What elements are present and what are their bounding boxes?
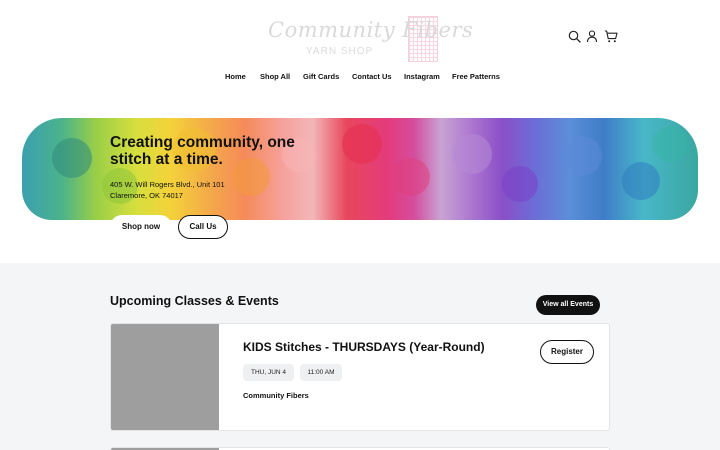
account-icon[interactable] [586, 30, 600, 44]
nav-shop-all[interactable]: Shop All [260, 72, 290, 81]
register-button[interactable]: Register [540, 340, 594, 364]
nav-home[interactable]: Home [225, 72, 246, 81]
view-all-events-button[interactable]: View all Events [536, 295, 600, 315]
event-image-placeholder [111, 324, 219, 430]
logo-subtitle: YARN SHOP [306, 46, 374, 57]
logo-title: Community Fibers [268, 18, 474, 42]
hero-title: Creating community, one stitch at a time… [110, 134, 295, 168]
events-heading: Upcoming Classes & Events [110, 294, 279, 308]
event-title[interactable]: KIDS Stitches - THURSDAYS (Year-Round) [243, 340, 485, 354]
header-icons [566, 30, 620, 46]
call-us-button[interactable]: Call Us [178, 215, 228, 239]
hero-banner: Creating community, one stitch at a time… [0, 100, 720, 263]
nav-instagram[interactable]: Instagram [404, 72, 440, 81]
event-card[interactable]: KIDS Stitches - THURSDAYS (Year-Round) T… [110, 323, 610, 431]
search-icon[interactable] [568, 30, 582, 44]
store-address: 405 W. Will Rogers Blvd., Unit 101 Clare… [110, 179, 225, 201]
events-section: Upcoming Classes & Events View all Event… [0, 263, 720, 450]
nav-contact-us[interactable]: Contact Us [352, 72, 392, 81]
nav-gift-cards[interactable]: Gift Cards [303, 72, 339, 81]
site-header: Community Fibers YARN SHOP Home Shop All… [0, 0, 720, 100]
nav-free-patterns[interactable]: Free Patterns [452, 72, 500, 81]
address-line-1: 405 W. Will Rogers Blvd., Unit 101 [110, 180, 225, 189]
event-date-chip: THU, JUN 4 [243, 364, 294, 381]
event-time-chip: 11:00 AM [300, 364, 342, 381]
event-venue: Community Fibers [243, 391, 309, 400]
address-line-2: Claremore, OK 74017 [110, 191, 183, 200]
shop-now-button[interactable]: Shop now [110, 215, 172, 239]
main-nav: Home Shop All Gift Cards Contact Us Inst… [0, 72, 720, 86]
cart-icon[interactable] [604, 30, 618, 44]
hero-overlay [0, 100, 720, 263]
store-logo[interactable]: Community Fibers YARN SHOP [262, 12, 473, 64]
